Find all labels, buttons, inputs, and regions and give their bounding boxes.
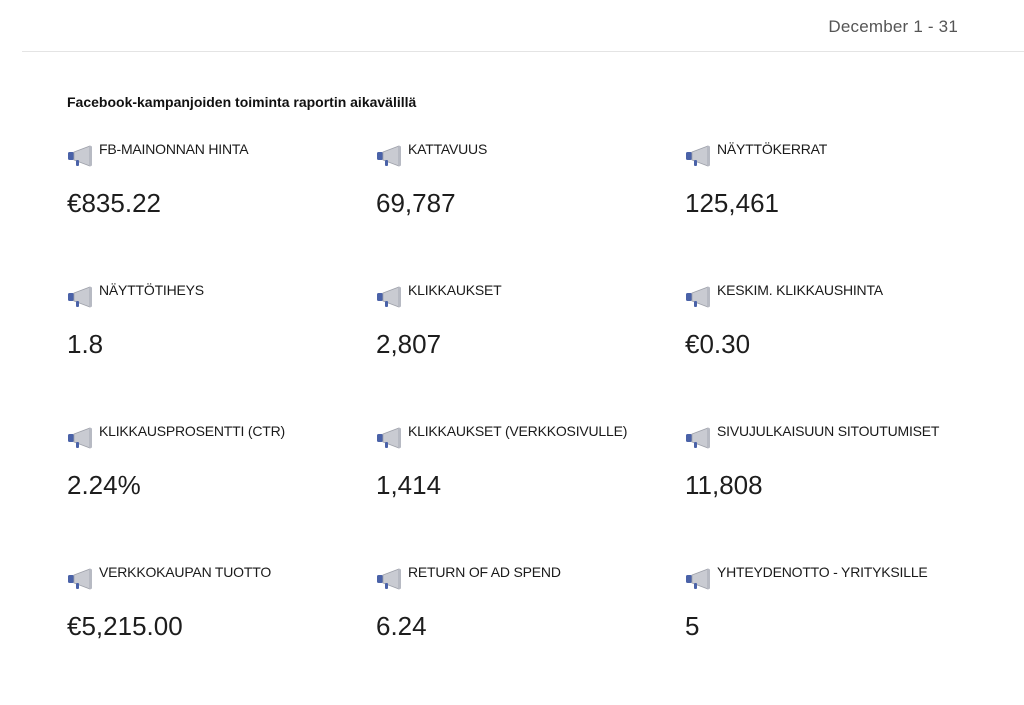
megaphone-icon: [377, 286, 401, 308]
metric-label: NÄYTTÖTIHEYS: [99, 282, 204, 298]
metric-header: YHTEYDENOTTO - YRITYKSILLE: [685, 564, 994, 590]
megaphone-icon: [68, 568, 92, 590]
megaphone-icon: [68, 145, 92, 167]
metric-card: KATTAVUUS 69,787: [376, 141, 685, 282]
metric-card: NÄYTTÖKERRAT 125,461: [685, 141, 994, 282]
metric-card: KESKIM. KLIKKAUSHINTA €0.30: [685, 282, 994, 423]
metric-label: YHTEYDENOTTO - YRITYKSILLE: [717, 564, 928, 580]
megaphone-icon: [68, 286, 92, 308]
metric-header: KESKIM. KLIKKAUSHINTA: [685, 282, 994, 308]
metric-header: VERKKOKAUPAN TUOTTO: [67, 564, 376, 590]
metric-header: FB-MAINONNAN HINTA: [67, 141, 376, 167]
metric-label: KLIKKAUKSET: [408, 282, 502, 298]
megaphone-icon: [377, 145, 401, 167]
metric-header: KLIKKAUSPROSENTTI (CTR): [67, 423, 376, 449]
metric-value: 69,787: [376, 188, 456, 218]
metric-card: NÄYTTÖTIHEYS 1.8: [67, 282, 376, 423]
metric-header: KLIKKAUKSET (VERKKOSIVULLE): [376, 423, 685, 449]
metric-card: VERKKOKAUPAN TUOTTO €5,215.00: [67, 564, 376, 705]
metric-value: 11,808: [685, 470, 763, 500]
megaphone-icon: [686, 286, 710, 308]
section-title: Facebook-kampanjoiden toiminta raportin …: [67, 94, 417, 110]
megaphone-icon: [377, 427, 401, 449]
metric-header: NÄYTTÖTIHEYS: [67, 282, 376, 308]
metric-label: RETURN OF AD SPEND: [408, 564, 561, 580]
megaphone-icon: [686, 568, 710, 590]
metric-label: KESKIM. KLIKKAUSHINTA: [717, 282, 883, 298]
metric-label: SIVUJULKAISUUN SITOUTUMISET: [717, 423, 940, 439]
metric-header: KLIKKAUKSET: [376, 282, 685, 308]
metrics-grid: FB-MAINONNAN HINTA €835.22 KATTAVUUS 69,…: [67, 141, 1007, 705]
metric-card: KLIKKAUSPROSENTTI (CTR) 2.24%: [67, 423, 376, 564]
metric-header: NÄYTTÖKERRAT: [685, 141, 994, 167]
megaphone-icon: [68, 427, 92, 449]
metric-value: 5: [685, 611, 700, 641]
metric-label: KLIKKAUSPROSENTTI (CTR): [99, 423, 285, 439]
metric-card: SIVUJULKAISUUN SITOUTUMISET 11,808: [685, 423, 994, 564]
metric-header: KATTAVUUS: [376, 141, 685, 167]
metric-header: SIVUJULKAISUUN SITOUTUMISET: [685, 423, 994, 449]
metric-label: FB-MAINONNAN HINTA: [99, 141, 249, 157]
megaphone-icon: [686, 427, 710, 449]
metric-card: KLIKKAUKSET (VERKKOSIVULLE) 1,414: [376, 423, 685, 564]
metric-label: NÄYTTÖKERRAT: [717, 141, 828, 157]
metric-label: KATTAVUUS: [408, 141, 488, 157]
metric-card: RETURN OF AD SPEND 6.24: [376, 564, 685, 705]
metric-card: KLIKKAUKSET 2,807: [376, 282, 685, 423]
metric-card: FB-MAINONNAN HINTA €835.22: [67, 141, 376, 282]
metric-value: €0.30: [685, 329, 751, 359]
metric-header: RETURN OF AD SPEND: [376, 564, 685, 590]
metric-value: 2,807: [376, 329, 442, 359]
metric-value: 1,414: [376, 470, 442, 500]
header-divider: [22, 51, 1024, 52]
metric-label: KLIKKAUKSET (VERKKOSIVULLE): [408, 423, 628, 439]
megaphone-icon: [377, 568, 401, 590]
metric-value: 125,461: [685, 188, 779, 218]
megaphone-icon: [686, 145, 710, 167]
metric-label: VERKKOKAUPAN TUOTTO: [99, 564, 272, 580]
date-range[interactable]: December 1 - 31: [828, 17, 958, 37]
metric-value: €5,215.00: [67, 611, 183, 641]
metric-card: YHTEYDENOTTO - YRITYKSILLE 5: [685, 564, 994, 705]
metric-value: 6.24: [376, 611, 427, 641]
metric-value: €835.22: [67, 188, 161, 218]
metric-value: 1.8: [67, 329, 104, 359]
metric-value: 2.24%: [67, 470, 141, 500]
